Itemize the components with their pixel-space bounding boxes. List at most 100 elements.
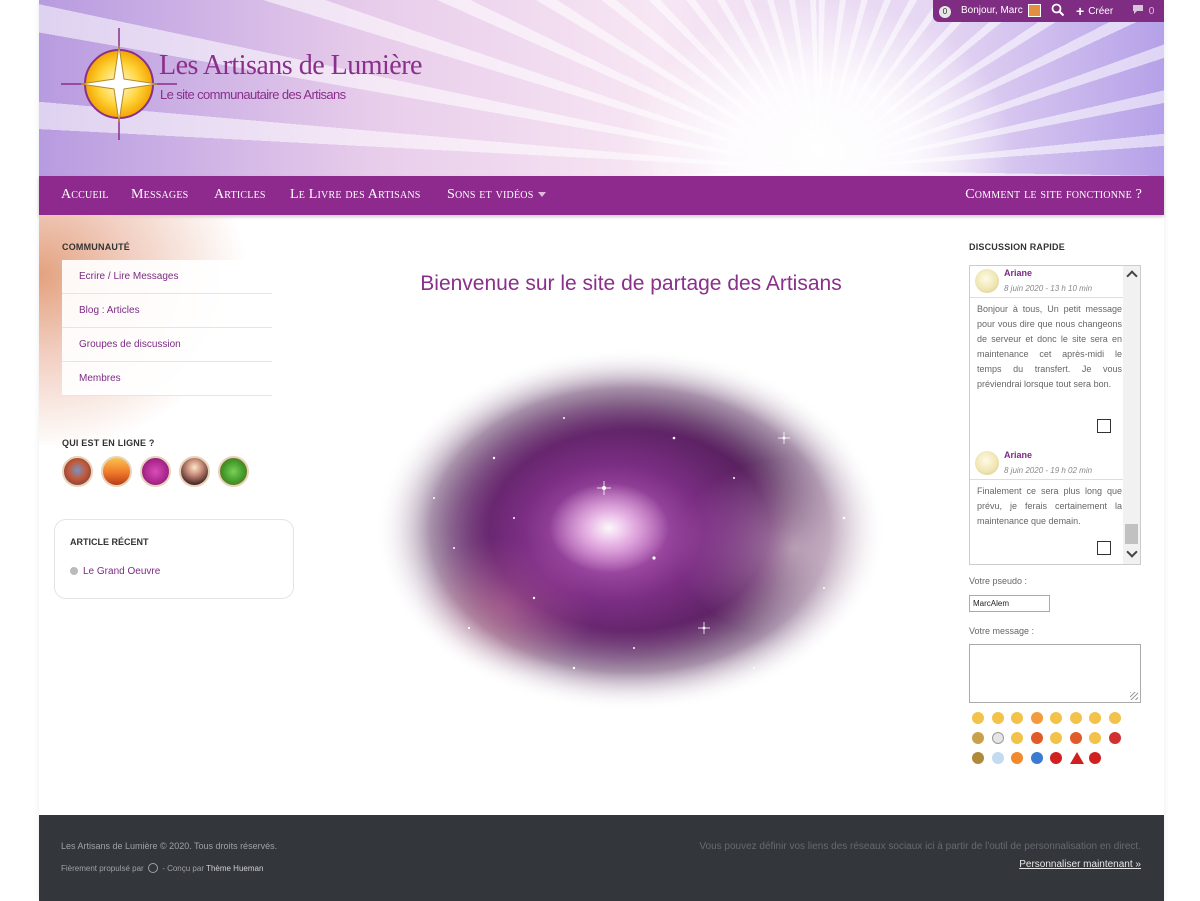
pseudo-input[interactable]: MarcAlem — [969, 595, 1050, 612]
chevron-down-icon — [538, 192, 547, 198]
footer-social-notice: Vous pouvez définir vos liens des réseau… — [699, 841, 1141, 852]
idea-bulb-icon[interactable] — [992, 752, 1004, 764]
site-title[interactable]: Les Artisans de Lumière — [159, 50, 422, 82]
menu-item-groups[interactable]: Groupes de discussion — [62, 328, 272, 362]
warning-icon[interactable] — [1070, 752, 1084, 764]
recent-article-link[interactable]: Le Grand Oeuvre — [70, 566, 160, 577]
big-grin-emoji-icon[interactable] — [1050, 712, 1062, 724]
page-margin-left — [0, 0, 39, 901]
comments-button[interactable]: 0 — [1132, 4, 1154, 17]
eyes-emoji-icon[interactable] — [992, 732, 1004, 744]
page: Les Artisans de Lumière Le site communau… — [0, 0, 1200, 901]
shocked-emoji-icon[interactable] — [1070, 732, 1082, 744]
account-avatar[interactable] — [1028, 4, 1041, 17]
online-user-avatar[interactable] — [140, 456, 171, 487]
confused-emoji-icon[interactable] — [1050, 732, 1062, 744]
account-greeting[interactable]: Bonjour, Marc — [961, 5, 1023, 16]
chat-message: Ariane 8 juin 2020 - 19 h 02 min Finalem… — [970, 448, 1125, 555]
community-heading: COMMUNAUTÉ — [62, 242, 130, 252]
online-user-avatar[interactable] — [179, 456, 210, 487]
chat-message-text: Finalement ce sera plus long que prévu, … — [977, 486, 1122, 526]
online-user-avatar[interactable] — [218, 456, 249, 487]
devil-emoji-icon[interactable] — [1109, 732, 1121, 744]
site-footer: Les Artisans de Lumière © 2020. Tous dro… — [39, 815, 1164, 901]
chat-message-text: Bonjour à tous, Un petit message pour vo… — [977, 304, 1122, 389]
resize-grip-icon[interactable] — [1130, 692, 1138, 700]
comments-count: 0 — [1148, 6, 1155, 17]
site-tagline: Le site communautaire des Artisans — [160, 87, 346, 102]
chat-message-checkbox[interactable] — [1097, 541, 1111, 555]
question-icon[interactable] — [1031, 752, 1043, 764]
angry-emoji-icon[interactable] — [1031, 732, 1043, 744]
page-margin-right — [1164, 0, 1200, 901]
neutral-emoji-icon[interactable] — [1070, 712, 1082, 724]
recent-article-widget: ARTICLE RÉCENT Le Grand Oeuvre — [54, 519, 294, 599]
create-new-button[interactable]: + Créer — [1076, 3, 1113, 19]
site-wrapper: Les Artisans de Lumière Le site communau… — [39, 0, 1164, 901]
main-navigation: Accueil Messages Articles Le Livre des A… — [39, 176, 1164, 215]
avatar — [975, 269, 999, 293]
chat-message-author[interactable]: Ariane — [1004, 450, 1032, 460]
chat-message: Ariane 8 juin 2020 - 13 h 10 min Bonjour… — [970, 266, 1125, 433]
comment-icon — [1133, 5, 1143, 14]
online-user-avatar[interactable] — [62, 456, 93, 487]
message-label: Votre message : — [969, 626, 1035, 636]
footer-copyright: Les Artisans de Lumière © 2020. Tous dro… — [61, 841, 278, 851]
nav-item-how-it-works[interactable]: Comment le site fonctionne ? — [965, 187, 1142, 203]
quick-chat-messages[interactable]: Ariane 8 juin 2020 - 13 h 10 min Bonjour… — [969, 265, 1141, 565]
recent-article-title: Le Grand Oeuvre — [83, 566, 161, 577]
notification-count-badge[interactable]: 0 — [939, 6, 951, 18]
sad-emoji-icon[interactable] — [1089, 732, 1101, 744]
heart-icon[interactable] — [1089, 752, 1101, 764]
clock-icon — [70, 567, 78, 575]
quick-chat-heading: DISCUSSION RAPIDE — [969, 242, 1065, 252]
online-user-avatar[interactable] — [101, 456, 132, 487]
chat-scrollbar[interactable] — [1123, 266, 1140, 564]
chat-scrollbar-thumb[interactable] — [1125, 524, 1138, 544]
surprised-emoji-icon[interactable] — [1089, 712, 1101, 724]
monkey-emoji-icon[interactable] — [972, 752, 984, 764]
nav-item-livre[interactable]: Le Livre des Artisans — [290, 187, 421, 203]
nav-item-sons-videos-label: Sons et vidéos — [447, 187, 534, 202]
admin-bar: 0 Bonjour, Marc + Créer 0 — [933, 0, 1164, 22]
nav-item-articles[interactable]: Articles — [214, 187, 266, 203]
search-icon[interactable] — [1051, 3, 1065, 17]
chat-message-date: 8 juin 2020 - 13 h 10 min — [1004, 284, 1093, 293]
logo-star-icon[interactable] — [59, 26, 179, 146]
sunglasses-emoji-icon[interactable] — [1011, 732, 1023, 744]
nav-item-sons-videos[interactable]: Sons et vidéos — [447, 187, 547, 203]
recent-article-heading: ARTICLE RÉCENT — [70, 537, 149, 547]
online-heading: QUI EST EN LIGNE ? — [62, 438, 155, 448]
community-menu: Ecrire / Lire Messages Blog : Articles G… — [62, 260, 272, 396]
smile-emoji-icon[interactable] — [972, 712, 984, 724]
customize-now-link[interactable]: Personnaliser maintenant » — [1019, 859, 1141, 870]
menu-item-members[interactable]: Membres — [62, 362, 272, 396]
grin-emoji-icon[interactable] — [992, 712, 1004, 724]
message-textarea[interactable] — [969, 644, 1141, 703]
chat-message-checkbox[interactable] — [1097, 419, 1111, 433]
plus-icon: + — [1076, 3, 1085, 19]
menu-item-blog[interactable]: Blog : Articles — [62, 294, 272, 328]
chat-message-date: 8 juin 2020 - 19 h 02 min — [1004, 466, 1093, 475]
chat-message-header: Ariane 8 juin 2020 - 19 h 02 min — [970, 448, 1125, 480]
pseudo-label: Votre pseudo : — [969, 576, 1028, 586]
cool-emoji-icon[interactable] — [972, 732, 984, 744]
welcome-heading: Bienvenue sur le site de partage des Art… — [420, 272, 842, 295]
chat-message-author[interactable]: Ariane — [1004, 268, 1032, 278]
theme-link[interactable]: Thème Hueman — [206, 864, 263, 873]
menu-item-messages[interactable]: Ecrire / Lire Messages — [62, 260, 272, 294]
chat-message-header: Ariane 8 juin 2020 - 13 h 10 min — [970, 266, 1125, 298]
nav-item-messages[interactable]: Messages — [131, 187, 188, 203]
site-header: Les Artisans de Lumière Le site communau… — [39, 0, 1164, 176]
exclamation-icon[interactable] — [1011, 752, 1023, 764]
powered-prefix: Fièrement propulsé par — [61, 864, 144, 873]
wink-emoji-icon[interactable] — [1109, 712, 1121, 724]
footer-powered-by: Fièrement propulsé par - Conçu par Thème… — [61, 863, 263, 873]
tongue-emoji-icon[interactable] — [1031, 712, 1043, 724]
avatar — [975, 451, 999, 475]
powered-mid: - Conçu par — [162, 864, 207, 873]
laugh-emoji-icon[interactable] — [1011, 712, 1023, 724]
nav-item-accueil[interactable]: Accueil — [61, 187, 109, 203]
wordpress-icon[interactable] — [147, 863, 158, 873]
stop-icon[interactable] — [1050, 752, 1062, 764]
